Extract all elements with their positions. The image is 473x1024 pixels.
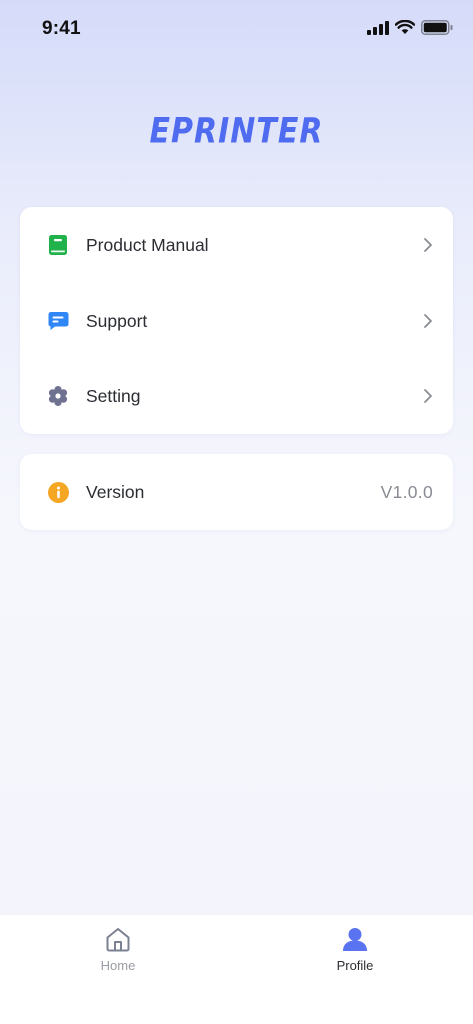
tab-bar: Home Profile [0,915,473,1024]
info-icon [47,481,69,503]
chat-icon [47,310,69,332]
menu-item-setting[interactable]: Setting [20,358,453,434]
user-icon [343,928,367,951]
brand-logo: EPRINTER [149,111,324,152]
menu-item-product-manual[interactable]: Product Manual [20,207,453,283]
signal-icon [367,20,389,35]
status-bar: 9:41 [0,0,473,58]
status-time: 9:41 [42,18,81,39]
tab-home[interactable]: Home [58,915,178,985]
chevron-right-icon [424,238,432,252]
menu-item-label: Setting [86,385,141,406]
tab-profile[interactable]: Profile [295,915,415,985]
battery-icon [421,20,453,35]
status-icons [367,20,453,35]
tab-label: Profile [336,958,374,973]
home-indicator [170,1010,304,1015]
home-icon [106,928,130,952]
version-card: Version V1.0.0 [20,454,453,530]
chevron-right-icon [424,389,432,403]
version-label: Version [86,481,145,502]
version-row[interactable]: Version V1.0.0 [20,454,453,530]
tab-label: Home [100,958,136,973]
menu-card: Product Manual Support Setting [20,207,453,434]
book-icon [47,234,69,256]
gear-icon [47,385,69,407]
wifi-icon [395,20,415,34]
menu-item-label: Support [86,310,148,331]
version-value: V1.0.0 [380,481,433,502]
menu-item-support[interactable]: Support [20,283,453,359]
menu-item-label: Product Manual [86,234,209,255]
chevron-right-icon [424,314,432,328]
